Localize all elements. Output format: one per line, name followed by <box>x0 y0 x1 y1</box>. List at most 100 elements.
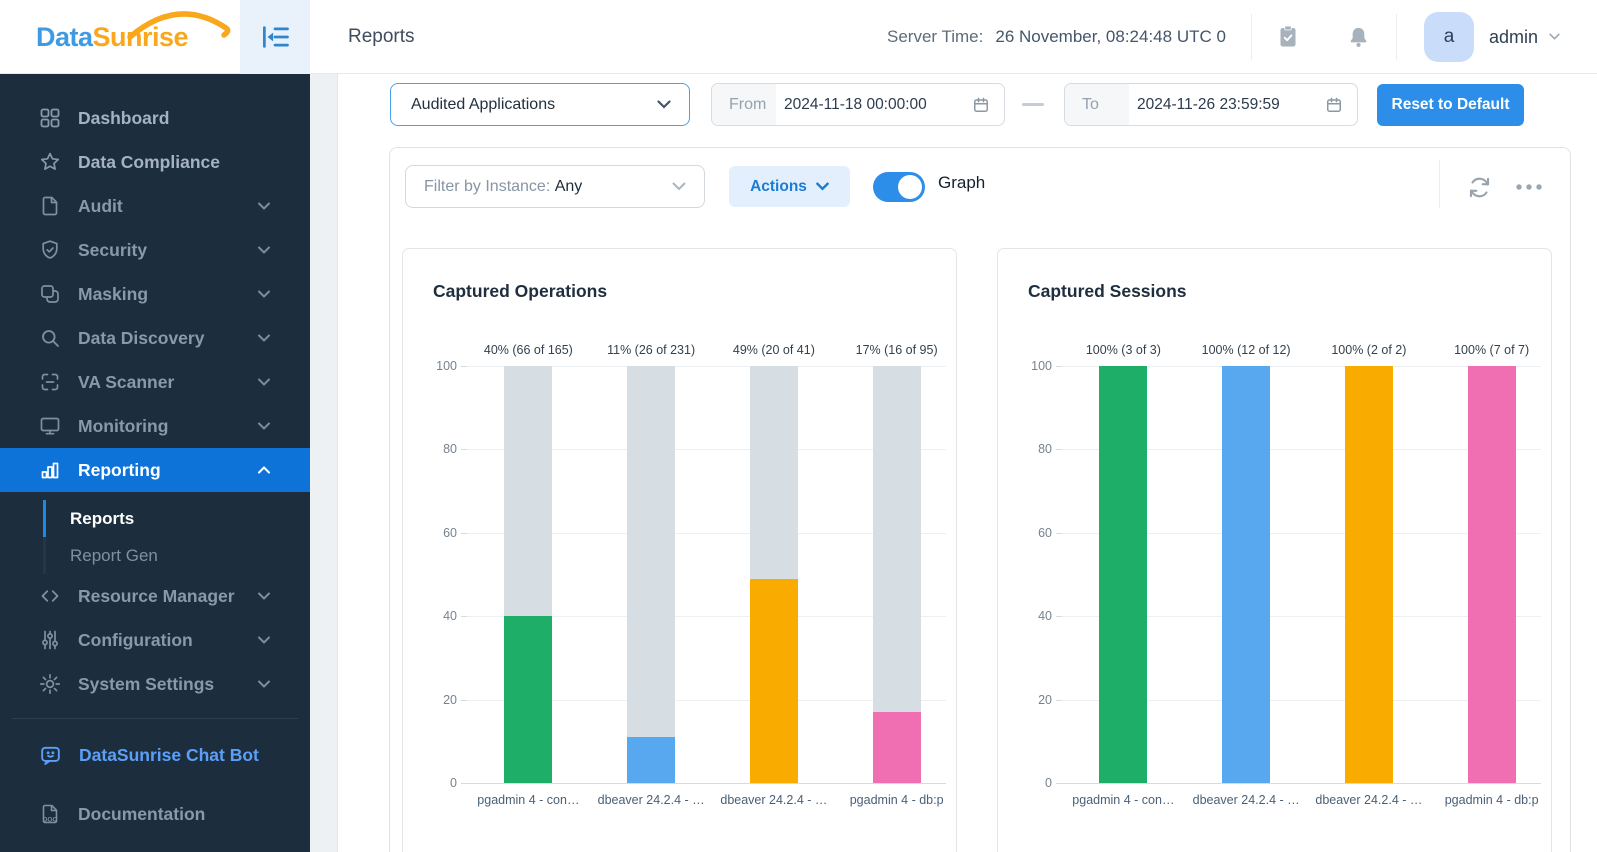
y-tick-mark <box>1056 533 1062 534</box>
x-category-label: pgadmin 4 - con… <box>477 793 579 807</box>
bar-value-label: 100% (12 of 12) <box>1202 343 1291 357</box>
sidebar-item-dashboard[interactable]: Dashboard <box>0 96 310 140</box>
menu-fold-icon <box>260 22 290 52</box>
y-tick-mark <box>461 449 467 450</box>
notifications-button[interactable] <box>1334 0 1382 74</box>
bar-track <box>627 366 675 783</box>
tasks-clipboard-button[interactable] <box>1264 0 1312 74</box>
sidebar-item-system-settings[interactable]: System Settings <box>0 662 310 706</box>
gear-icon <box>38 672 62 696</box>
y-tick-mark <box>1056 700 1062 701</box>
app-root: DataSunrise Reports Server Time: 26 Nove… <box>0 0 1597 852</box>
y-tick-label: 60 <box>998 526 1052 540</box>
sidebar-footer: DataSunrise Chat Bot DOC Documentation <box>0 719 310 836</box>
captured-sessions-chart: 020406080100100% (3 of 3)pgadmin 4 - con… <box>998 249 1551 852</box>
x-category-label: dbeaver 24.2.4 - … <box>720 793 827 807</box>
sidebar-item-data-discovery[interactable]: Data Discovery <box>0 316 310 360</box>
chevron-down-icon <box>258 422 270 430</box>
sidebar-item-configuration[interactable]: Configuration <box>0 618 310 662</box>
bar[interactable] <box>627 737 675 783</box>
y-tick-mark <box>1056 366 1062 367</box>
reset-to-default-button[interactable]: Reset to Default <box>1377 84 1524 126</box>
sidebar-item-label: Data Compliance <box>78 152 220 173</box>
date-from-field[interactable]: From 2024-11-18 00:00:00 <box>711 83 1005 126</box>
sidebar-item-chat-bot[interactable]: DataSunrise Chat Bot <box>0 733 310 777</box>
report-type-select[interactable]: Audited Applications <box>390 83 690 126</box>
bar[interactable] <box>1222 366 1270 783</box>
bar-value-label: 100% (3 of 3) <box>1086 343 1161 357</box>
y-tick-label: 0 <box>403 776 457 790</box>
x-category-label: dbeaver 24.2.4 - … <box>1315 793 1422 807</box>
submenu-item-report-gen[interactable]: Report Gen <box>0 537 310 574</box>
y-tick-label: 40 <box>998 609 1052 623</box>
bar[interactable] <box>504 616 552 783</box>
bar[interactable] <box>750 579 798 783</box>
sidebar-item-monitoring[interactable]: Monitoring <box>0 404 310 448</box>
refresh-button[interactable] <box>1462 170 1497 205</box>
report-type-value: Audited Applications <box>411 96 657 114</box>
chevron-down-icon <box>258 680 270 688</box>
bar-value-label: 40% (66 of 165) <box>484 343 573 357</box>
sidebar-item-resource-manager[interactable]: Resource Manager <box>0 574 310 618</box>
sidebar-item-label: Monitoring <box>78 416 168 437</box>
active-rail <box>43 500 46 537</box>
grid-line <box>467 783 946 784</box>
bar[interactable] <box>1099 366 1147 783</box>
date-to-field[interactable]: To 2024-11-26 23:59:59 <box>1064 83 1358 126</box>
bar[interactable] <box>873 712 921 783</box>
graph-toggle[interactable] <box>873 172 925 202</box>
sidebar-item-security[interactable]: Security <box>0 228 310 272</box>
calendar-icon[interactable] <box>1324 95 1344 115</box>
scanner-icon <box>38 370 62 394</box>
more-options-button[interactable] <box>1511 179 1547 195</box>
sidebar-item-masking[interactable]: Masking <box>0 272 310 316</box>
sidebar-item-reporting[interactable]: Reporting <box>0 448 310 492</box>
datasunrise-logo[interactable]: DataSunrise <box>36 0 188 74</box>
dashboard-grid-icon <box>38 106 62 130</box>
y-tick-mark <box>1056 783 1062 784</box>
captured-operations-chart: 02040608010040% (66 of 165)pgadmin 4 - c… <box>403 249 956 852</box>
submenu-item-reports[interactable]: Reports <box>0 500 310 537</box>
bar[interactable] <box>1345 366 1393 783</box>
y-tick-label: 20 <box>403 693 457 707</box>
grid-line <box>1062 783 1541 784</box>
toolbar-divider <box>1439 160 1440 208</box>
main-content: Audited Applications From 2024-11-18 00:… <box>339 74 1597 852</box>
sidebar-item-documentation[interactable]: DOC Documentation <box>0 792 310 836</box>
calendar-icon[interactable] <box>971 95 991 115</box>
actions-label: Actions <box>750 178 807 196</box>
bar-value-label: 100% (2 of 2) <box>1331 343 1406 357</box>
actions-button[interactable]: Actions <box>729 166 850 207</box>
sidebar-item-label: DataSunrise Chat Bot <box>79 745 259 766</box>
user-menu[interactable]: admin <box>1489 0 1538 74</box>
toggle-knob <box>898 175 922 199</box>
instance-filter-select[interactable]: Filter by Instance: Any <box>405 165 705 208</box>
sidebar-item-label: Data Discovery <box>78 328 204 349</box>
header-divider <box>1396 14 1397 60</box>
sidebar-collapse-button[interactable] <box>240 0 310 74</box>
sidebar-item-label: Masking <box>78 284 148 305</box>
date-from-label: From <box>712 84 776 125</box>
sidebar-item-audit[interactable]: Audit <box>0 184 310 228</box>
y-tick-label: 20 <box>998 693 1052 707</box>
sidebar-item-va-scanner[interactable]: VA Scanner <box>0 360 310 404</box>
chevron-down-icon <box>258 290 270 298</box>
bar-value-label: 49% (20 of 41) <box>733 343 815 357</box>
sidebar-item-data-compliance[interactable]: Data Compliance <box>0 140 310 184</box>
bar-value-label: 11% (26 of 231) <box>607 343 695 357</box>
bell-icon <box>1346 24 1371 50</box>
document-icon <box>38 194 62 218</box>
sidebar-item-label: VA Scanner <box>78 372 174 393</box>
chevron-down-icon[interactable] <box>1549 33 1560 40</box>
sidebar-item-label: System Settings <box>78 674 214 695</box>
sidebar-item-label: Documentation <box>78 804 205 825</box>
date-range-dash <box>1022 103 1044 106</box>
bar[interactable] <box>1468 366 1516 783</box>
user-avatar[interactable]: a <box>1424 12 1474 62</box>
date-to-label: To <box>1065 84 1129 125</box>
content-scrollbar-gutter[interactable] <box>310 74 338 852</box>
y-tick-label: 60 <box>403 526 457 540</box>
username-label: admin <box>1489 27 1538 48</box>
doc-file-icon: DOC <box>38 802 62 826</box>
bar-value-label: 100% (7 of 7) <box>1454 343 1529 357</box>
